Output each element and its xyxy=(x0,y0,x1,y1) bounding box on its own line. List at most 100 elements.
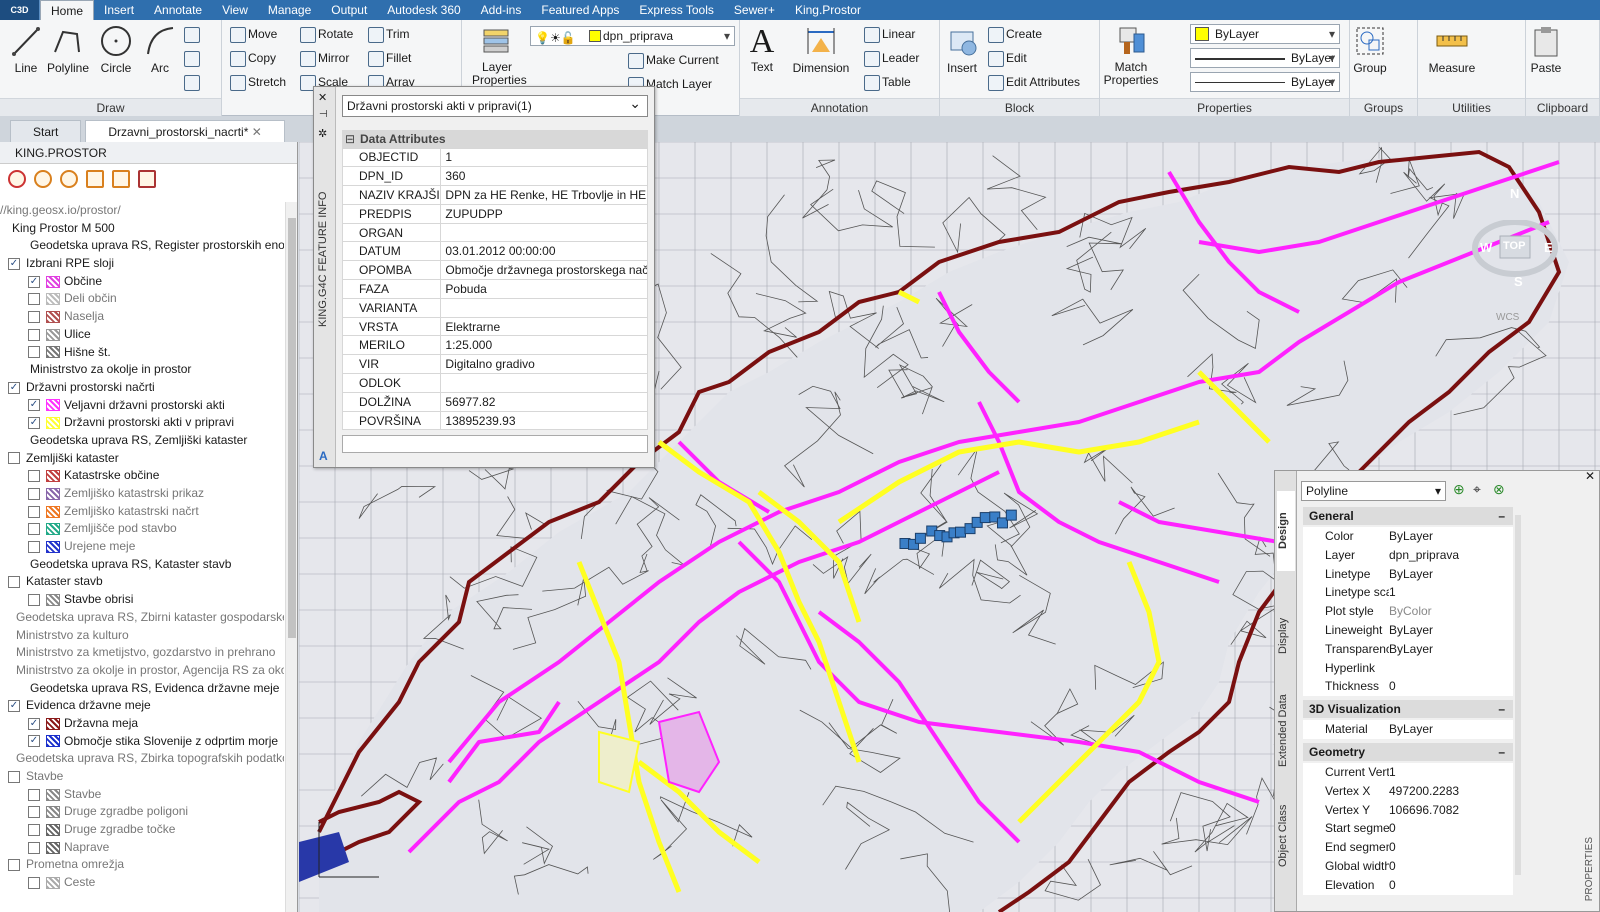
layer-checkbox[interactable] xyxy=(28,470,40,483)
layer-checkbox[interactable] xyxy=(8,859,20,872)
tree-node[interactable]: Deli občin xyxy=(0,290,284,308)
move-button[interactable]: Move xyxy=(228,24,277,44)
property-row[interactable]: Lineweight ByLayer xyxy=(1303,621,1513,640)
tree-node[interactable]: ✓ Državna meja xyxy=(0,715,284,733)
tree-node[interactable]: Zemljiško katastrski načrt xyxy=(0,503,284,521)
utilities-panel-title[interactable]: Utilities xyxy=(1418,98,1525,116)
layer-checkbox[interactable]: ✓ xyxy=(28,275,40,288)
application-button[interactable]: C3D xyxy=(0,0,40,20)
layer-checkbox[interactable]: ✓ xyxy=(28,717,40,730)
connect-icon[interactable] xyxy=(8,170,26,188)
layer-checkbox[interactable] xyxy=(28,841,40,854)
info-icon[interactable] xyxy=(60,170,78,188)
tree-node[interactable]: Geodetska uprava RS, Zemljiški kataster xyxy=(0,432,284,450)
menu-tab-express-tools[interactable]: Express Tools xyxy=(629,0,723,20)
tree-node[interactable]: Prometna omrežja xyxy=(0,856,284,874)
scrollbar-thumb[interactable] xyxy=(288,218,296,638)
tree-node[interactable]: Ministrstvo za kulturo xyxy=(0,627,284,645)
compass-west[interactable]: W xyxy=(1480,240,1492,255)
layer-combo[interactable]: 💡☀🔓 dpn_priprava xyxy=(530,26,735,46)
layer-checkbox[interactable] xyxy=(8,770,20,783)
property-row[interactable]: End segment...0 xyxy=(1303,838,1513,857)
layer-checkbox[interactable]: ✓ xyxy=(8,381,20,394)
dimension-button[interactable]: Dimension xyxy=(786,24,856,75)
attribute-row[interactable]: DATUM 03.01.2012 00:00:00 xyxy=(341,241,648,262)
tree-node[interactable]: Stavbe obrisi xyxy=(0,591,284,609)
layer-checkbox[interactable] xyxy=(28,788,40,801)
tree-node[interactable]: Katastrske občine xyxy=(0,467,284,485)
tree-node[interactable]: Ceste xyxy=(0,874,284,892)
compass-south[interactable]: S xyxy=(1514,274,1523,289)
tree-node[interactable]: ✓ Veljavni državni prostorski akti xyxy=(0,397,284,415)
layer-checkbox[interactable] xyxy=(28,346,40,359)
hatch-layer-icon[interactable] xyxy=(138,170,156,188)
measure-button[interactable]: Measure xyxy=(1422,24,1482,75)
property-row[interactable]: Start segmen...0 xyxy=(1303,819,1513,839)
tree-node[interactable]: Zemljiško katastrski prikaz xyxy=(0,485,284,503)
layer-checkbox[interactable]: ✓ xyxy=(28,417,40,430)
compass-north[interactable]: N xyxy=(1510,186,1519,201)
feature-selector[interactable]: Državni prostorski akti v pripravi(1) xyxy=(342,93,648,117)
copy-button[interactable]: Copy xyxy=(228,48,276,68)
select-objects-icon[interactable]: ⊗ xyxy=(1493,481,1505,498)
rectangle-button[interactable] xyxy=(182,24,212,44)
insert-button[interactable]: Insert xyxy=(940,24,984,75)
tree-node[interactable]: Geodetska uprava RS, Zbirni kataster gos… xyxy=(0,609,284,627)
layer-checkbox[interactable] xyxy=(28,540,40,553)
gear-icon[interactable]: ✲ xyxy=(318,127,327,140)
polyline-button[interactable]: Polyline xyxy=(42,24,94,75)
layer-properties-button[interactable]: Layer Properties xyxy=(472,24,527,87)
menu-tab-featured-apps[interactable]: Featured Apps xyxy=(531,0,629,20)
section-geometry[interactable]: Geometry xyxy=(1303,743,1513,761)
menu-tab-view[interactable]: View xyxy=(212,0,258,20)
tree-node[interactable]: ✓ Državni prostorski načrti xyxy=(0,379,284,397)
property-row[interactable]: Hyperlink xyxy=(1303,658,1513,678)
paste-button[interactable]: Paste xyxy=(1526,24,1566,75)
collapse-icon[interactable]: ⊟ xyxy=(345,130,355,148)
tree-node[interactable]: Naprave xyxy=(0,839,284,857)
property-row[interactable]: Layer dpn_priprava xyxy=(1303,545,1513,565)
tree-node[interactable]: Zemljišče pod stavbo xyxy=(0,520,284,538)
rotate-button[interactable]: Rotate xyxy=(298,24,353,44)
property-row[interactable]: Elevation 0 xyxy=(1303,875,1513,895)
tree-node[interactable]: ✓ Državni prostorski akti v pripravi xyxy=(0,414,284,432)
layer-checkbox[interactable] xyxy=(28,293,40,306)
tree-node[interactable]: Druge zgradbe točke xyxy=(0,821,284,839)
tab-start[interactable]: Start xyxy=(10,120,82,142)
layer-checkbox[interactable]: ✓ xyxy=(8,257,20,270)
tab-object-class[interactable]: Object Class xyxy=(1277,791,1295,881)
property-row[interactable]: Current Vertex1 xyxy=(1303,763,1513,782)
property-row[interactable]: Vertex X 497200.2283 xyxy=(1303,781,1513,801)
pickadd-icon[interactable]: ⌖ xyxy=(1473,481,1481,498)
tree-node[interactable]: ✓ Območje stika Slovenije z odprtim morje xyxy=(0,733,284,751)
menu-tab-home[interactable]: Home xyxy=(40,0,95,20)
block-panel-title[interactable]: Block xyxy=(940,98,1099,116)
menu-tab-output[interactable]: Output xyxy=(321,0,377,20)
layer-checkbox[interactable] xyxy=(28,328,40,341)
tree-node[interactable]: ✓ Evidenca državne meje xyxy=(0,697,284,715)
menu-tab-insert[interactable]: Insert xyxy=(94,0,144,20)
attribute-row[interactable]: ODLOK xyxy=(341,373,648,393)
attribute-row[interactable]: NAZIV KRAJŠI DPN za HE Renke, HE Trbovlje… xyxy=(341,185,648,205)
tab-drawing[interactable]: Drzavni_prostorski_nacrti* ✕ xyxy=(85,120,285,142)
tree-node[interactable]: Kataster stavb xyxy=(0,573,284,591)
tree-scrollbar[interactable] xyxy=(285,202,297,912)
tree-node[interactable]: Ministrstvo za okolje in prostor, Agenci… xyxy=(0,662,284,680)
section-3d-visualization[interactable]: 3D Visualization xyxy=(1303,700,1513,719)
tree-node[interactable]: Zemljiški kataster xyxy=(0,450,284,468)
tree-node[interactable]: Hišne št. xyxy=(0,344,284,362)
color-combo[interactable]: ByLayer xyxy=(1190,24,1340,44)
attributes-section-header[interactable]: ⊟ Data Attributes xyxy=(342,130,648,148)
group-button[interactable]: Group xyxy=(1350,24,1390,75)
layer-checkbox[interactable] xyxy=(8,576,20,589)
property-row[interactable]: Thickness 0 xyxy=(1303,677,1513,697)
tree-node[interactable]: Druge zgradbe poligoni xyxy=(0,803,284,821)
tab-design[interactable]: Design xyxy=(1277,491,1295,571)
trim-button[interactable]: Trim xyxy=(366,24,410,44)
tree-node[interactable]: Geodetska uprava RS, Kataster stavb xyxy=(0,556,284,574)
attribute-row[interactable]: MERILO 1:25.000 xyxy=(341,335,648,356)
property-row[interactable]: Linetype scale1 xyxy=(1303,583,1513,603)
object-type-combo[interactable]: Polyline xyxy=(1301,481,1446,501)
menu-tab-add-ins[interactable]: Add-ins xyxy=(471,0,532,20)
layer-checkbox[interactable] xyxy=(28,523,40,536)
